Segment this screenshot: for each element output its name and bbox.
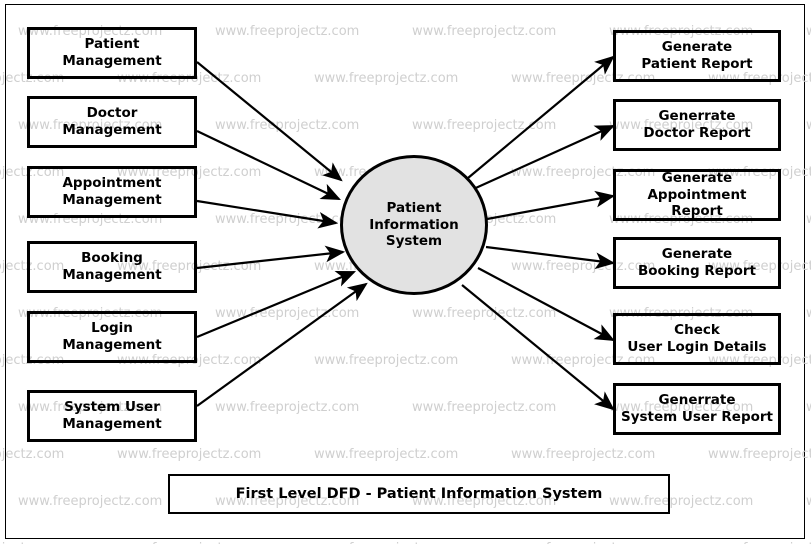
flow-process-to-appointment-report bbox=[486, 190, 616, 221]
entity-generate-appointment-report-label: Generate Appointment Report bbox=[647, 169, 747, 220]
watermark-text: www.freeprojectz.com bbox=[708, 447, 811, 462]
flow-process-to-system-user-report bbox=[461, 284, 615, 411]
flow-process-to-doctor-report bbox=[457, 124, 616, 198]
entity-generate-booking-report[interactable]: Generate Booking Report bbox=[613, 237, 781, 289]
entity-generate-appointment-report[interactable]: Generate Appointment Report bbox=[613, 169, 781, 221]
watermark-text: www.freeprojectz.com bbox=[215, 306, 360, 321]
flow-system-user-management-to-process bbox=[196, 282, 368, 407]
flow-process-to-patient-report bbox=[467, 55, 615, 179]
entity-appointment-management-label: Appointment Management bbox=[62, 175, 162, 208]
entity-generate-doctor-report[interactable]: Generrate Doctor Report bbox=[613, 99, 781, 151]
entity-appointment-management[interactable]: Appointment Management bbox=[27, 166, 197, 218]
flow-doctor-management-to-process bbox=[196, 130, 341, 200]
process-label: Patient Information System bbox=[369, 199, 459, 250]
entity-generate-patient-report-label: Generate Patient Report bbox=[641, 39, 753, 72]
process-patient-information-system[interactable]: Patient Information System bbox=[340, 155, 488, 295]
entity-doctor-management[interactable]: Doctor Management bbox=[27, 96, 197, 148]
watermark-text: www.freeprojectz.com bbox=[412, 400, 557, 415]
entity-doctor-management-label: Doctor Management bbox=[62, 105, 162, 138]
entity-system-user-management[interactable]: System User Management bbox=[27, 390, 197, 442]
entity-patient-management-label: Patient Management bbox=[62, 36, 162, 69]
entity-login-management[interactable]: Login Management bbox=[27, 311, 197, 363]
watermark-text: www.freeprojectz.com bbox=[0, 447, 65, 462]
watermark-text: www.freeprojectz.com bbox=[215, 212, 360, 227]
diagram-caption: First Level DFD - Patient Information Sy… bbox=[168, 474, 670, 514]
flow-process-to-booking-report bbox=[485, 245, 616, 270]
watermark-text: www.freeprojectz.com bbox=[412, 306, 557, 321]
entity-generate-doctor-report-label: Generrate Doctor Report bbox=[643, 108, 751, 141]
dfd-canvas: www.freeprojectz.com www.freeprojectz.com… bbox=[0, 0, 811, 544]
watermark-text: www.freeprojectz.com bbox=[215, 24, 360, 39]
watermark-text: www.freeprojectz.com bbox=[314, 447, 459, 462]
watermark-text: www.freeprojectz.com bbox=[806, 400, 811, 415]
flow-login-management-to-process bbox=[196, 270, 357, 339]
flow-process-to-login-details bbox=[477, 267, 615, 342]
entity-generate-booking-report-label: Generate Booking Report bbox=[637, 246, 757, 279]
watermark-text: www.freeprojectz.com bbox=[18, 494, 163, 509]
entity-generate-patient-report[interactable]: Generate Patient Report bbox=[613, 30, 781, 82]
watermark-text: www.freeprojectz.com bbox=[806, 24, 811, 39]
entity-generate-system-user-report-label: Generrate System User Report bbox=[620, 392, 774, 425]
watermark-text: www.freeprojectz.com bbox=[806, 494, 811, 509]
flow-booking-management-to-process bbox=[196, 245, 346, 270]
watermark-text: www.freeprojectz.com bbox=[117, 447, 262, 462]
watermark-text: www.freeprojectz.com bbox=[215, 118, 360, 133]
watermark-text: www.freeprojectz.com bbox=[412, 118, 557, 133]
entity-check-user-login-details[interactable]: Check User Login Details bbox=[613, 313, 781, 365]
entity-check-user-login-details-label: Check User Login Details bbox=[627, 322, 767, 355]
watermark-text: www.freeprojectz.com bbox=[806, 212, 811, 227]
flow-patient-management-to-process bbox=[196, 61, 343, 182]
watermark-text: www.freeprojectz.com bbox=[215, 400, 360, 415]
entity-system-user-management-label: System User Management bbox=[62, 399, 162, 432]
watermark-text: www.freeprojectz.com bbox=[806, 306, 811, 321]
entity-login-management-label: Login Management bbox=[62, 320, 162, 353]
flow-appointment-management-to-process bbox=[196, 199, 339, 229]
watermark-text: www.freeprojectz.com bbox=[314, 71, 459, 86]
entity-generate-system-user-report[interactable]: Generrate System User Report bbox=[613, 383, 781, 435]
entity-booking-management[interactable]: Booking Management bbox=[27, 241, 197, 293]
entity-patient-management[interactable]: Patient Management bbox=[27, 27, 197, 79]
watermark-text: www.freeprojectz.com bbox=[511, 447, 656, 462]
watermark-text: www.freeprojectz.com bbox=[314, 353, 459, 368]
watermark-text: www.freeprojectz.com bbox=[806, 118, 811, 133]
diagram-caption-label: First Level DFD - Patient Information Sy… bbox=[235, 486, 603, 502]
entity-booking-management-label: Booking Management bbox=[62, 250, 162, 283]
watermark-text: www.freeprojectz.com bbox=[412, 24, 557, 39]
